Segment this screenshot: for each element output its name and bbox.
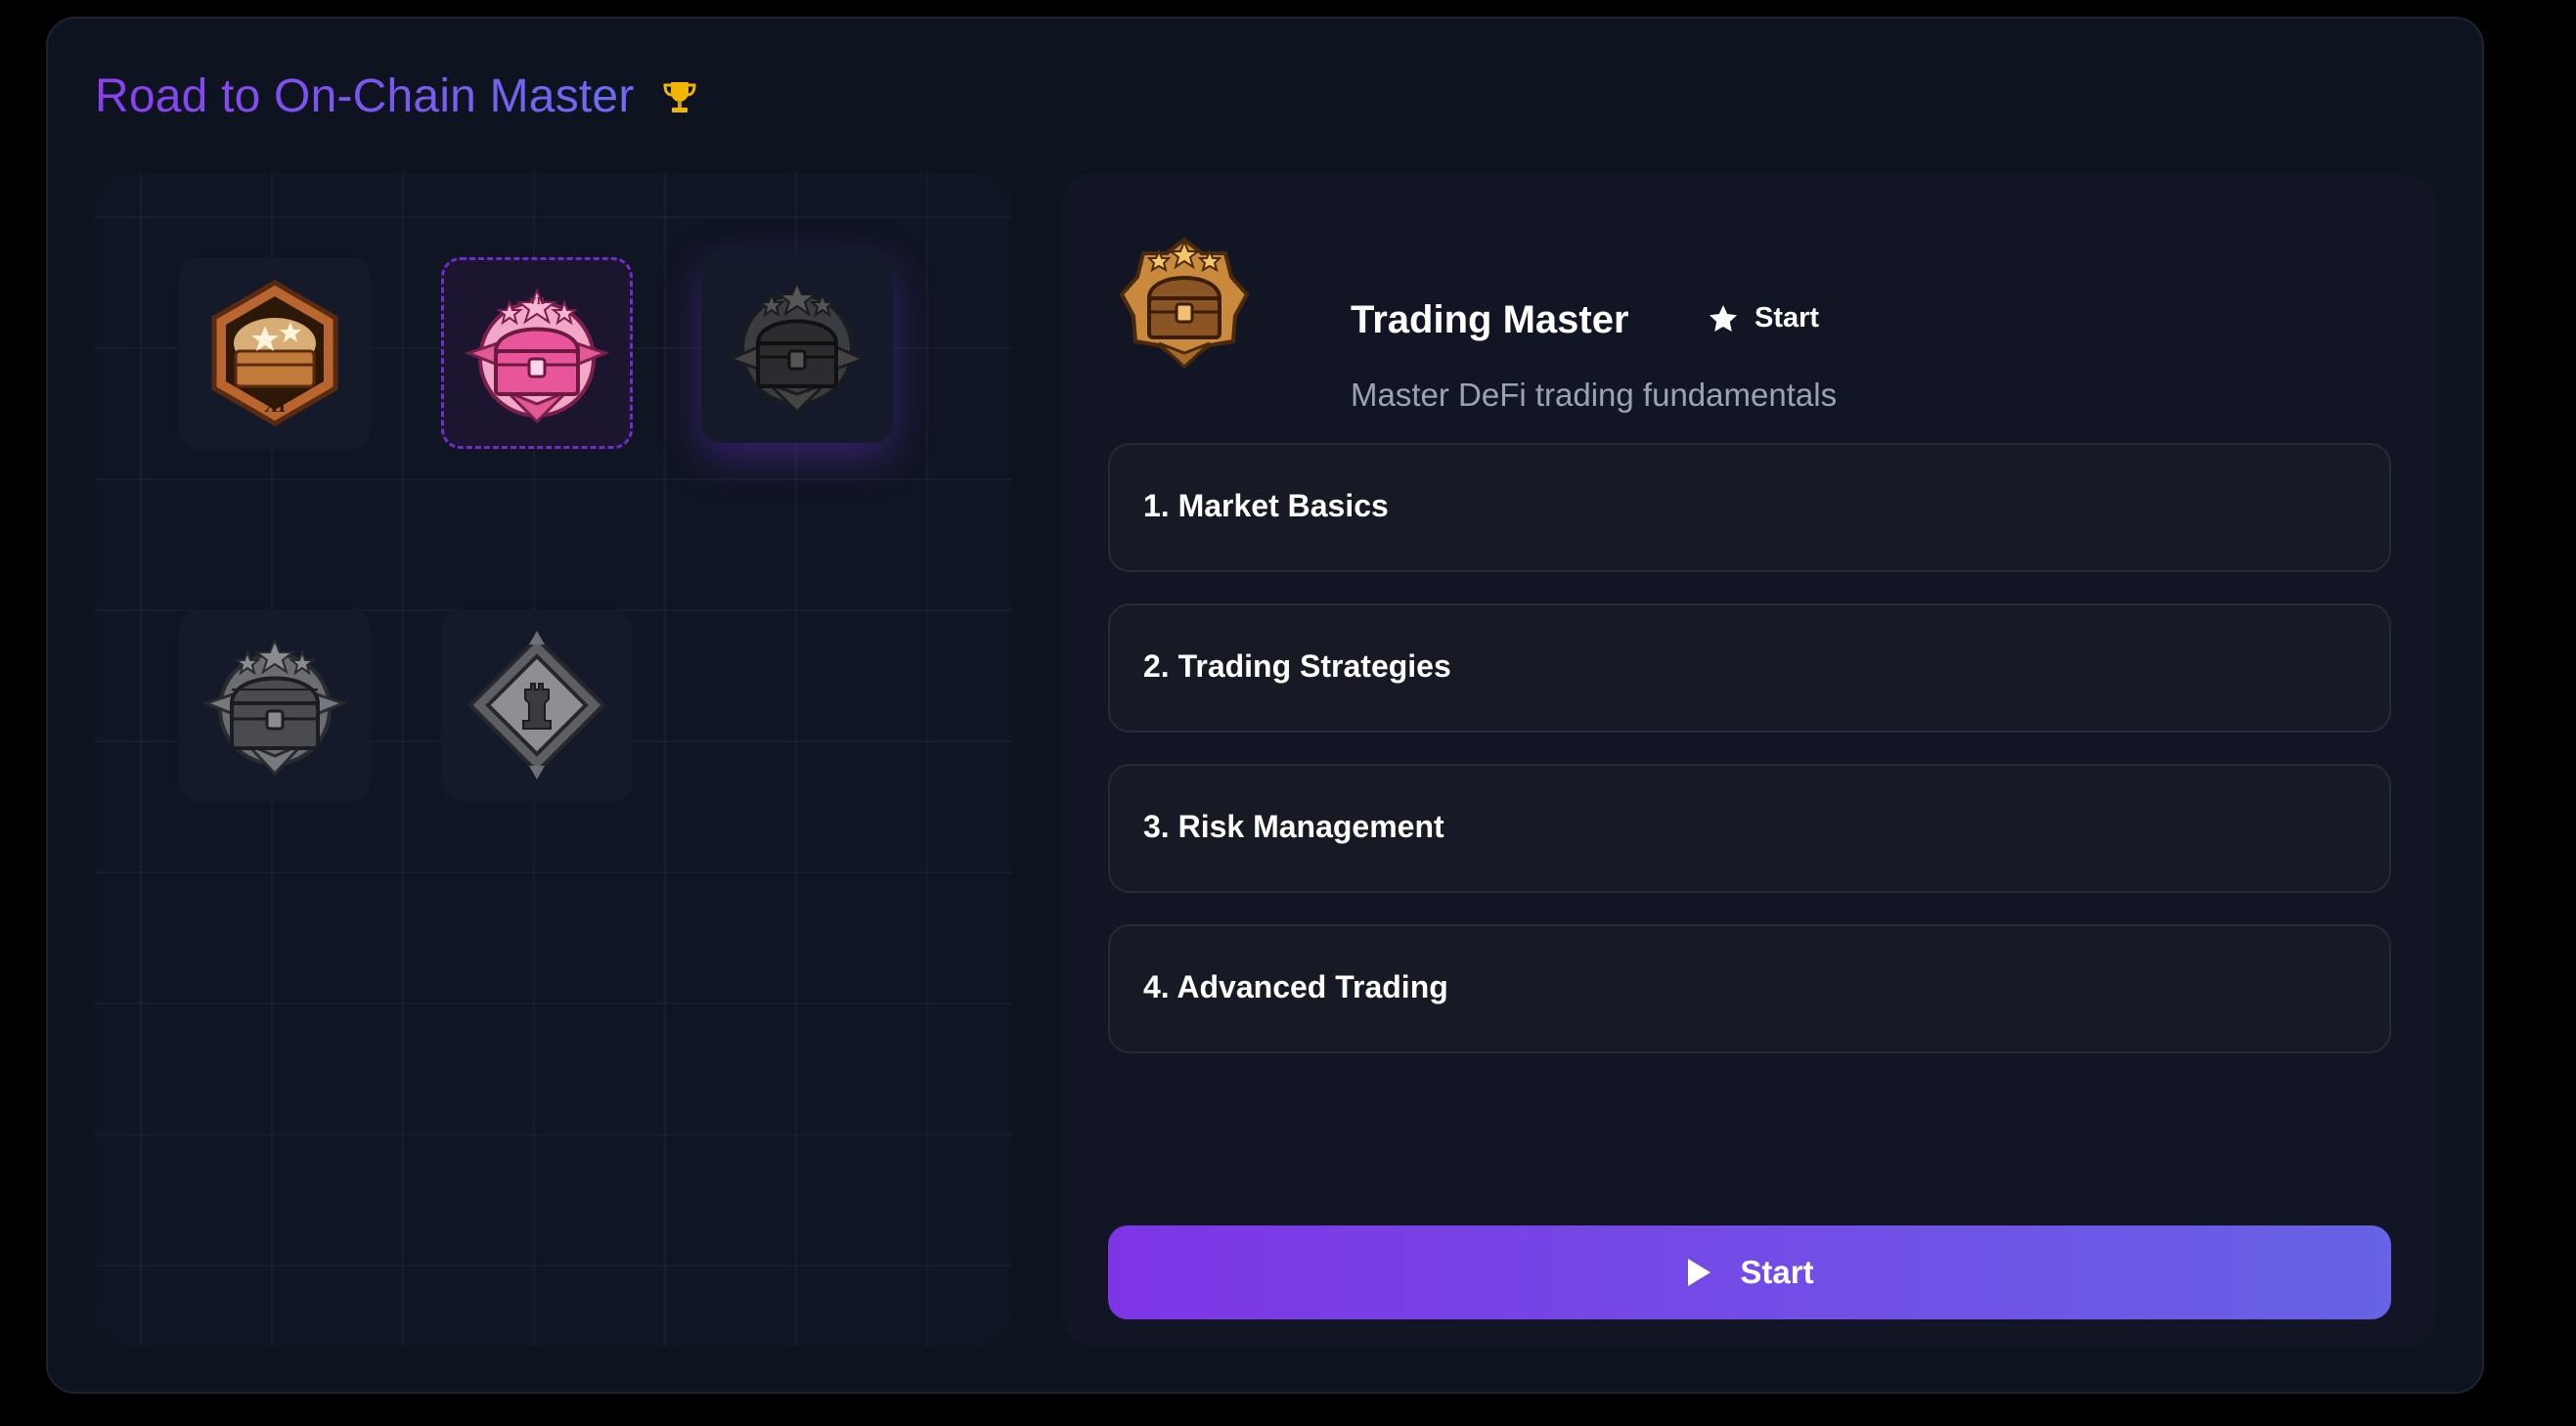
module-label: 1. Market Basics xyxy=(1143,488,1389,523)
play-icon xyxy=(1688,1259,1711,1286)
module-item[interactable]: 1. Market Basics xyxy=(1108,443,2391,572)
badge-rank-label: XI xyxy=(264,395,286,417)
module-item[interactable]: 4. Advanced Trading xyxy=(1108,924,2391,1053)
rook-icon xyxy=(467,631,606,780)
star-icon xyxy=(1710,304,1737,332)
header: Road to On-Chain Master xyxy=(95,69,699,123)
treasure-chest-icon xyxy=(1119,237,1250,370)
locked-chest-icon xyxy=(201,638,348,777)
module-item[interactable]: 2. Trading Strategies xyxy=(1108,603,2391,733)
page-title: Road to On-Chain Master xyxy=(95,70,635,122)
badge-grid: XI VII xyxy=(95,173,1012,1347)
locked-chest-badge-2[interactable] xyxy=(179,609,371,801)
module-item[interactable]: 3. Risk Management xyxy=(1108,764,2391,893)
chest-icon: VII xyxy=(464,288,610,424)
locked-chest-icon xyxy=(726,280,868,415)
locked-chest-badge-1[interactable] xyxy=(701,251,893,443)
module-label: 3. Risk Management xyxy=(1143,809,1444,844)
module-label: 4. Advanced Trading xyxy=(1143,969,1448,1004)
course-title: Trading Master xyxy=(1351,298,1629,341)
locked-rook-badge[interactable] xyxy=(441,609,633,801)
chest-icon: XI xyxy=(211,280,338,426)
course-subtitle: Master DeFi trading fundamentals xyxy=(1351,377,1838,413)
course-detail-panel: Trading Master Start Master DeFi trading… xyxy=(1061,173,2438,1347)
module-label: 2. Trading Strategies xyxy=(1143,648,1451,684)
status-badge: Start xyxy=(1708,302,1819,334)
pink-chest-badge[interactable]: VII xyxy=(441,257,633,449)
status-label: Start xyxy=(1754,302,1820,334)
trophy-icon xyxy=(663,81,696,112)
bronze-chest-badge[interactable]: XI xyxy=(179,257,371,449)
roadmap-card: Road to On-Chain Master XI VII Trading M… xyxy=(46,17,2484,1394)
start-button-label: Start xyxy=(1740,1254,1814,1290)
badge-rank-label: VII xyxy=(529,295,546,307)
start-button[interactable]: Start xyxy=(1108,1225,2391,1319)
